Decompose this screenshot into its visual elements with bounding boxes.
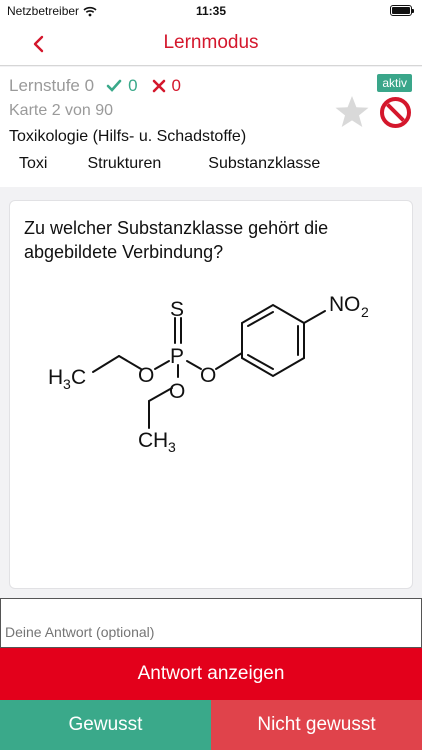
sub-2: 2: [361, 304, 369, 320]
atom-o-nitro: O: [344, 293, 360, 316]
tag-toxi: Toxi: [19, 155, 48, 172]
check-icon: [106, 79, 122, 92]
card-position: Karte 2 von 90: [9, 102, 114, 119]
correct-count: 0: [128, 76, 138, 95]
page-title: Lernmodus: [163, 32, 259, 53]
cross-icon: [152, 79, 165, 93]
atom-h-left: H: [48, 366, 63, 389]
answer-input[interactable]: [0, 598, 422, 648]
atom-o-left: O: [138, 364, 154, 387]
lernstufe-label: Lernstufe 0: [9, 76, 95, 95]
atom-c-left: C: [71, 366, 86, 389]
atom-o-right: O: [200, 364, 216, 387]
question-text: Zu welcher Substanzklasse gehört die abg…: [24, 218, 329, 262]
lernstufe-row: Lernstufe 0 0 0: [9, 76, 181, 96]
atom-o-bottom: O: [169, 380, 185, 403]
status-time: 11:35: [195, 4, 227, 18]
card-info-panel: Lernstufe 0 0 0 Karte 2 von 90 Toxikolog…: [0, 67, 422, 187]
atom-c-bottom: C: [138, 429, 153, 452]
atom-h-bottom: H: [153, 429, 168, 452]
not-known-button[interactable]: Nicht gewusst: [211, 700, 422, 750]
tag-substanzklasse: Substanzklasse: [208, 155, 321, 172]
known-button[interactable]: Gewusst: [0, 700, 211, 750]
tag-list: Toxi Strukturen Substanzklasse: [0, 155, 422, 173]
wrong-count: 0: [171, 76, 181, 95]
question-card: Zu welcher Substanzklasse gehört die abg…: [9, 200, 413, 589]
block-icon[interactable]: [379, 96, 412, 129]
category-label: Toxikologie (Hilfs- u. Schadstoffe): [9, 128, 247, 145]
battery-icon: [390, 5, 414, 16]
sub-3-left: 3: [63, 376, 71, 392]
status-bar: Netzbetreiber 11:35: [0, 0, 422, 22]
tag-strukturen: Strukturen: [87, 155, 162, 172]
atom-s: S: [170, 298, 184, 321]
nav-bar: Lernmodus: [0, 22, 422, 66]
show-answer-button[interactable]: Antwort anzeigen: [0, 648, 422, 700]
aktiv-badge: aktiv: [377, 74, 412, 92]
sub-3-bottom: 3: [168, 439, 176, 455]
atom-n: N: [329, 293, 344, 316]
star-icon[interactable]: [334, 95, 370, 129]
atom-p: P: [170, 345, 184, 368]
chemical-structure: S P O O O H 3 C C H 3 N O 2: [48, 293, 369, 455]
